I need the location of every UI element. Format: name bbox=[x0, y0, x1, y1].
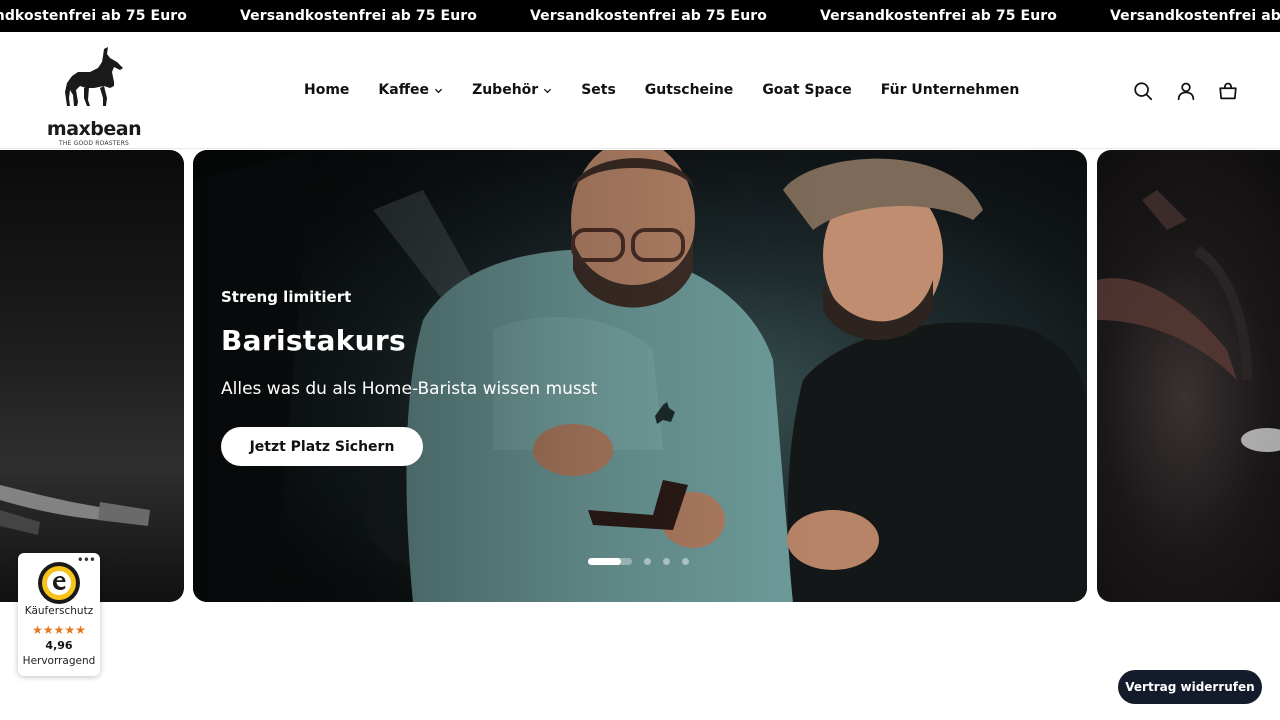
nav-item-goat-space[interactable]: Goat Space bbox=[762, 82, 851, 98]
announcement-bar: Versandkostenfrei ab 75 Euro Versandkoste… bbox=[0, 0, 1280, 32]
account-icon[interactable] bbox=[1175, 80, 1197, 102]
brand-name: maxbean bbox=[46, 118, 142, 140]
announcement-item: Versandkostenfrei ab 75 Euro bbox=[1110, 8, 1280, 24]
brand-logo[interactable]: maxbean THE GOOD ROASTERS bbox=[44, 46, 144, 147]
nav-item-label: Für Unternehmen bbox=[880, 82, 1020, 98]
carousel-slide-active[interactable]: Streng limitiert Baristakurs Alles was d… bbox=[193, 150, 1087, 602]
announcement-track: Versandkostenfrei ab 75 Euro Versandkoste… bbox=[0, 0, 1280, 32]
trust-label: Käuferschutz bbox=[24, 605, 94, 617]
carousel-slide-next[interactable] bbox=[1097, 150, 1280, 602]
hero-eyebrow: Streng limitiert bbox=[221, 288, 352, 306]
site-header: maxbean THE GOOD ROASTERS Home Kaffee Zu… bbox=[0, 32, 1280, 149]
next-slide-art bbox=[1097, 190, 1280, 452]
carousel-dot[interactable] bbox=[663, 558, 670, 565]
nav-item-label: Goat Space bbox=[762, 82, 852, 98]
nav-item-label: Kaffee bbox=[378, 82, 430, 98]
nav-item-sets[interactable]: Sets bbox=[581, 82, 616, 98]
cart-icon[interactable] bbox=[1217, 80, 1239, 102]
carousel-dot[interactable] bbox=[682, 558, 689, 565]
nav-item-home[interactable]: Home bbox=[304, 82, 349, 98]
rating-word: Hervorragend bbox=[22, 655, 96, 667]
carousel-slide-previous[interactable] bbox=[0, 150, 184, 602]
announcement-item: Versandkostenfrei ab 75 Euro bbox=[530, 8, 767, 24]
nav-item-kaffee[interactable]: Kaffee bbox=[378, 82, 443, 98]
previous-slide-art bbox=[0, 485, 150, 535]
announcement-item: Versandkostenfrei ab 75 Euro bbox=[820, 8, 1057, 24]
carousel-progress-fill bbox=[588, 558, 621, 565]
goat-logo-icon bbox=[65, 47, 123, 106]
chevron-down-icon bbox=[544, 88, 552, 93]
carousel-dot-active[interactable] bbox=[588, 558, 632, 565]
main-nav: Home Kaffee Zubehör Sets Gutscheine Goat… bbox=[304, 78, 1019, 102]
hero-title: Baristakurs bbox=[221, 324, 406, 357]
carousel-dot[interactable] bbox=[644, 558, 651, 565]
hero-overlay bbox=[193, 150, 1087, 602]
rating-score: 4,96 bbox=[45, 639, 73, 652]
withdraw-contract-button[interactable]: Vertrag widerrufen bbox=[1118, 670, 1262, 704]
rating-stars-icon: ★★★★★ bbox=[32, 623, 86, 637]
announcement-item: Versandkostenfrei ab 75 Euro bbox=[0, 8, 187, 24]
search-icon[interactable] bbox=[1132, 80, 1154, 102]
carousel-pagination bbox=[588, 558, 689, 565]
nav-item-label: Gutscheine bbox=[644, 82, 734, 98]
brand-tagline: THE GOOD ROASTERS bbox=[58, 140, 130, 147]
trusted-shops-badge[interactable]: ••• Käuferschutz ★★★★★ 4,96 Hervorragend bbox=[18, 553, 100, 676]
nav-item-fuer-unternehmen[interactable]: Für Unternehmen bbox=[881, 82, 1020, 98]
chevron-down-icon bbox=[434, 88, 443, 93]
nav-item-label: Home bbox=[304, 82, 350, 98]
hero-subtitle: Alles was du als Home-Barista wissen mus… bbox=[221, 379, 598, 399]
announcement-item: Versandkostenfrei ab 75 Euro bbox=[240, 8, 477, 24]
trusted-shops-seal-icon bbox=[38, 562, 80, 604]
nav-item-label: Zubehör bbox=[472, 82, 539, 98]
nav-item-gutscheine[interactable]: Gutscheine bbox=[645, 82, 734, 98]
nav-item-label: Sets bbox=[581, 82, 616, 98]
nav-item-zubehoer[interactable]: Zubehör bbox=[472, 82, 552, 98]
hero-cta-button[interactable]: Jetzt Platz Sichern bbox=[221, 427, 423, 466]
